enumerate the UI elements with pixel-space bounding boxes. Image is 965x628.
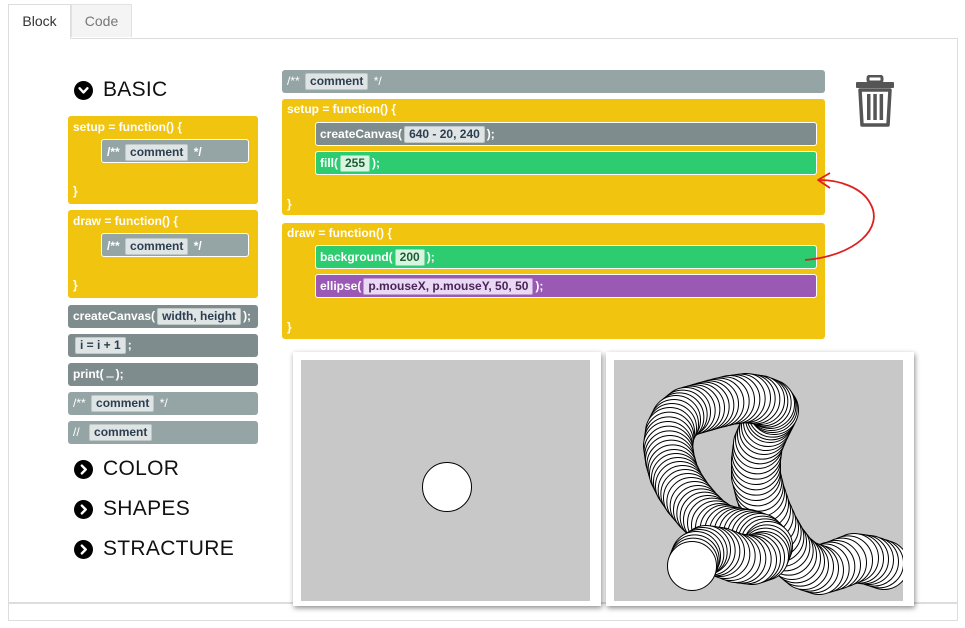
trail-ellipse	[667, 541, 717, 591]
tab-bar: Block Code	[8, 4, 958, 39]
comment-slot[interactable]: comment	[89, 424, 153, 441]
palette-setup-block[interactable]: setup = function() { /** comment */ }	[68, 116, 258, 204]
palette-line-comment[interactable]: // comment	[68, 421, 258, 444]
category-color[interactable]: COLOR	[74, 457, 179, 481]
comment-slot[interactable]: comment	[125, 144, 189, 161]
create-canvas-args-slot[interactable]: 640 - 20, 240	[404, 126, 485, 143]
workspace-create-canvas-block[interactable]: createCanvas(640 - 20, 240);	[315, 122, 817, 146]
workspace-background-block[interactable]: background(200);	[315, 245, 817, 269]
draw-close: }	[73, 278, 78, 292]
comment-prefix: /**	[107, 145, 120, 159]
category-basic-label: BASIC	[103, 78, 168, 101]
draw-header: draw = function() {	[287, 226, 392, 240]
move-arrow-icon	[804, 172, 875, 261]
preview-canvas-trail	[606, 352, 914, 606]
print-label: print(	[73, 367, 104, 381]
category-structure-label: STRACTURE	[103, 537, 235, 560]
workspace-fill-block[interactable]: fill(255);	[315, 151, 817, 175]
comment-suffix: */	[193, 145, 202, 159]
category-color-label: COLOR	[103, 457, 180, 480]
create-canvas-label: createCanvas(	[73, 309, 156, 323]
chevron-right-icon	[74, 459, 93, 479]
ellipse-trail	[643, 373, 903, 595]
comment-suffix: */	[159, 396, 168, 410]
chevron-right-icon	[74, 499, 93, 519]
background-arg-slot[interactable]: 200	[394, 249, 425, 266]
increment-slot[interactable]: i = i + 1	[75, 337, 126, 354]
workspace-top-comment[interactable]: /** comment */	[282, 70, 825, 93]
category-basic[interactable]: BASIC	[74, 78, 168, 102]
create-canvas-suffix: );	[486, 127, 495, 141]
background-label: background(	[320, 250, 393, 264]
create-canvas-label: createCanvas(	[320, 127, 403, 141]
palette-print-block[interactable]: print();	[68, 363, 258, 386]
comment-suffix: */	[373, 74, 382, 88]
background-suffix: );	[426, 250, 435, 264]
create-canvas-args-slot[interactable]: width, height	[157, 308, 242, 325]
setup-close: }	[73, 184, 78, 198]
comment-prefix: //	[73, 425, 80, 439]
ellipse-suffix: );	[535, 279, 544, 293]
comment-prefix: /**	[287, 74, 300, 88]
palette-increment-block[interactable]: i = i + 1;	[68, 334, 258, 357]
category-shapes[interactable]: SHAPES	[74, 497, 190, 521]
category-structure[interactable]: STRACTURE	[74, 537, 234, 561]
setup-header: setup = function() {	[287, 102, 396, 116]
palette-draw-block[interactable]: draw = function() { /** comment */ }	[68, 210, 258, 298]
trash-icon[interactable]	[854, 74, 896, 127]
comment-prefix: /**	[73, 396, 86, 410]
setup-header: setup = function() {	[73, 120, 182, 134]
workspace-setup-block[interactable]: setup = function() { createCanvas(640 - …	[282, 99, 825, 215]
palette-draw-comment[interactable]: /** comment */	[101, 233, 249, 257]
print-arg-slot[interactable]	[105, 376, 114, 378]
print-suffix: );	[115, 367, 124, 381]
palette-setup-comment[interactable]: /** comment */	[101, 139, 249, 163]
comment-suffix: */	[193, 239, 202, 253]
fill-suffix: );	[372, 156, 381, 170]
canvas-area	[301, 360, 590, 601]
tab-code[interactable]: Code	[71, 4, 132, 37]
tab-block[interactable]: Block	[8, 4, 71, 39]
preview-canvas-initial	[293, 352, 601, 606]
fill-label: fill(	[320, 156, 338, 170]
category-shapes-label: SHAPES	[103, 497, 190, 520]
comment-slot[interactable]: comment	[91, 395, 155, 412]
create-canvas-suffix: );	[243, 309, 252, 323]
increment-suffix: ;	[127, 338, 132, 352]
draw-header: draw = function() {	[73, 214, 178, 228]
ellipse-shape	[422, 462, 472, 512]
ellipse-args-slot[interactable]: p.mouseX, p.mouseY, 50, 50	[363, 278, 534, 295]
comment-slot[interactable]: comment	[305, 73, 369, 90]
workspace-draw-block[interactable]: draw = function() { background(200); ell…	[282, 223, 825, 339]
comment-prefix: /**	[107, 239, 120, 253]
palette-block-comment[interactable]: /** comment */	[68, 392, 258, 415]
ellipse-label: ellipse(	[320, 279, 362, 293]
fill-arg-slot[interactable]: 255	[340, 155, 371, 172]
setup-close: }	[287, 197, 292, 211]
chevron-down-icon	[74, 80, 93, 100]
palette-create-canvas-block[interactable]: createCanvas(width, height);	[68, 305, 258, 328]
draw-close: }	[287, 320, 292, 334]
workspace-ellipse-block[interactable]: ellipse(p.mouseX, p.mouseY, 50, 50);	[315, 274, 817, 298]
chevron-right-icon	[74, 539, 93, 559]
canvas-area	[614, 360, 903, 601]
comment-slot[interactable]: comment	[125, 238, 189, 255]
